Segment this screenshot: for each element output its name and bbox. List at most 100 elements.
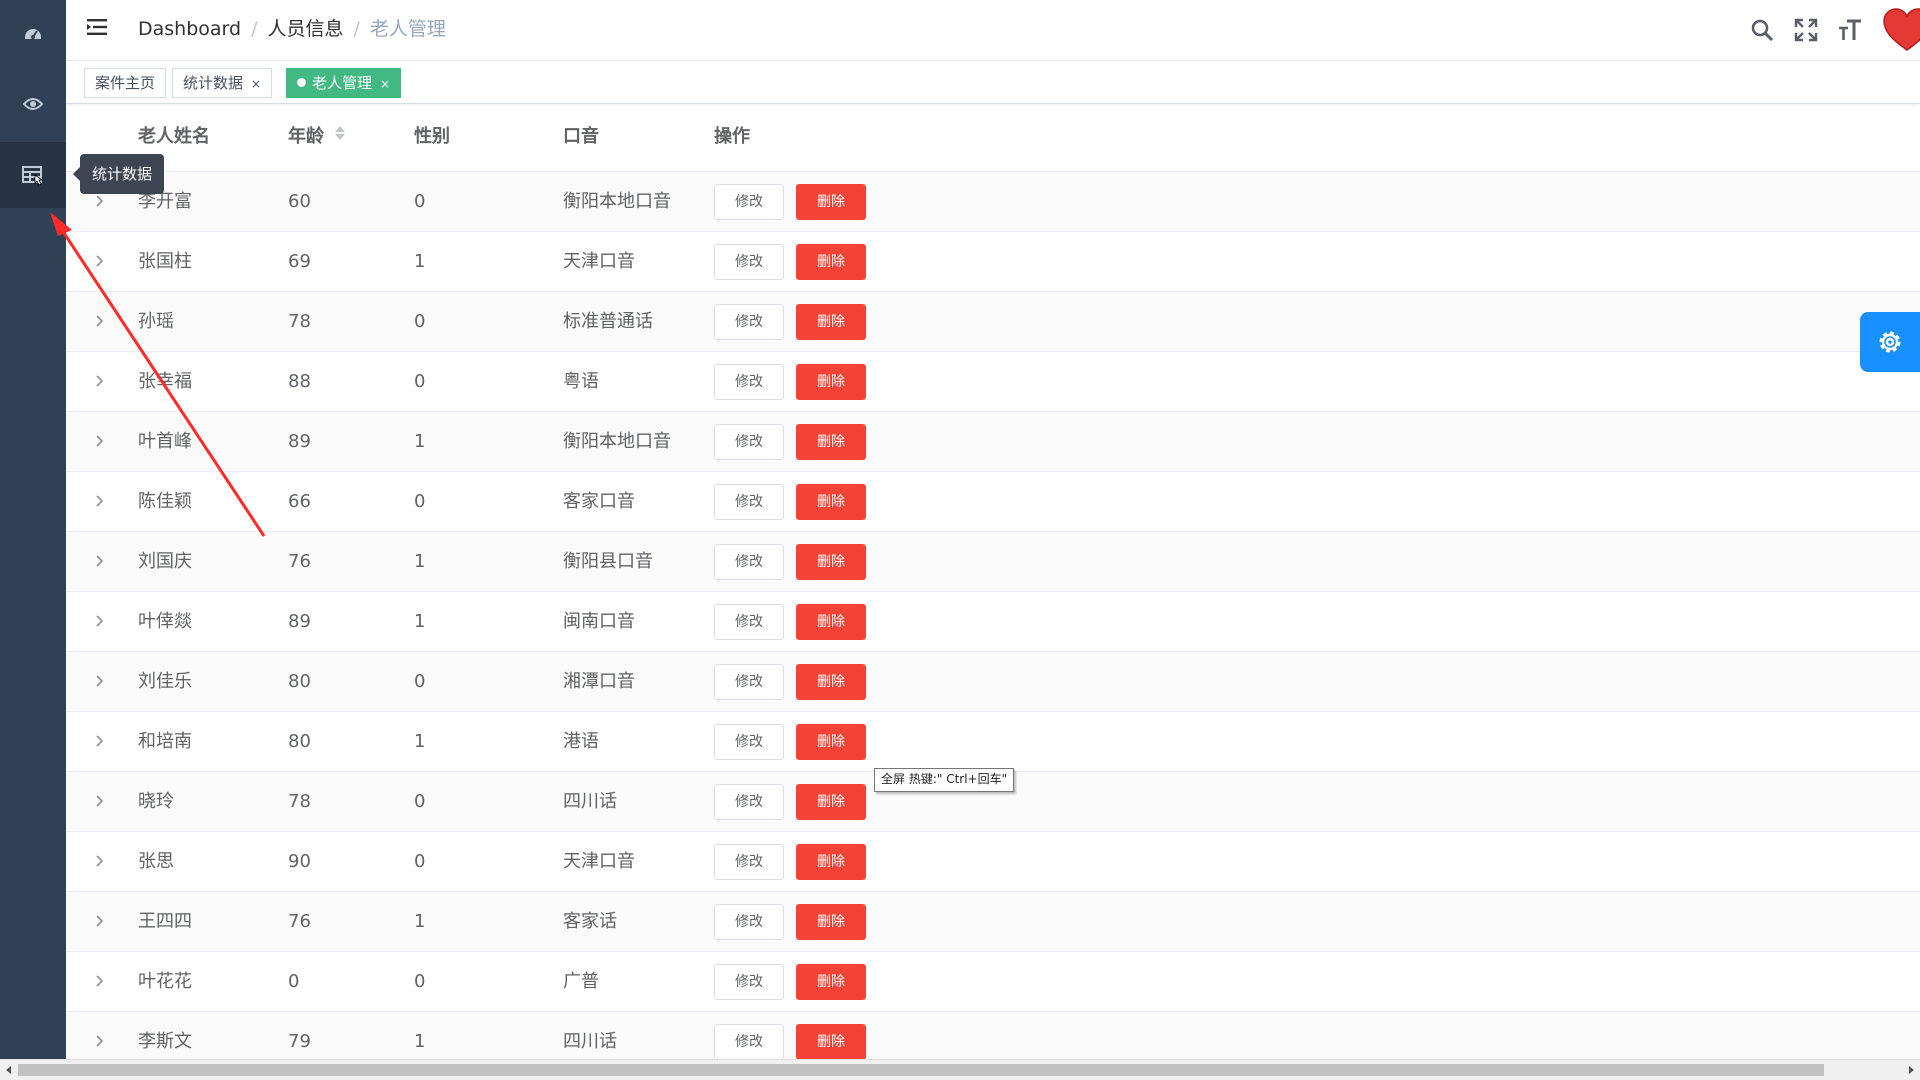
sidebar-tooltip: 统计数据 [72, 154, 165, 194]
cell-age: 78 [288, 311, 311, 332]
delete-button[interactable]: 删除 [796, 424, 866, 460]
edit-button[interactable]: 修改 [714, 544, 784, 580]
cell-gender: 0 [414, 671, 426, 692]
edit-button[interactable]: 修改 [714, 1024, 784, 1060]
scroll-left-icon[interactable] [4, 1065, 14, 1075]
delete-button[interactable]: 删除 [796, 544, 866, 580]
cell-gender: 1 [414, 431, 426, 452]
delete-button[interactable]: 删除 [796, 304, 866, 340]
edit-button[interactable]: 修改 [714, 484, 784, 520]
delete-button[interactable]: 删除 [796, 724, 866, 760]
breadcrumb-item-personnel[interactable]: 人员信息 [268, 18, 344, 40]
cell-name: 刘佳乐 [138, 671, 192, 692]
cell-age: 69 [288, 251, 311, 272]
expand-chevron-icon[interactable] [90, 252, 108, 270]
edit-button[interactable]: 修改 [714, 364, 784, 400]
expand-chevron-icon[interactable] [90, 792, 108, 810]
cell-name: 叶倖燚 [138, 611, 192, 632]
header-accent: 口音 [563, 126, 599, 147]
cell-age: 78 [288, 791, 311, 812]
fullscreen-button[interactable] [1794, 18, 1818, 42]
cell-name: 张思 [138, 851, 174, 872]
edit-button[interactable]: 修改 [714, 784, 784, 820]
expand-chevron-icon[interactable] [90, 732, 108, 750]
cell-name: 叶花花 [138, 971, 192, 992]
edit-button[interactable]: 修改 [714, 844, 784, 880]
cell-gender: 0 [414, 371, 426, 392]
expand-chevron-icon[interactable] [90, 492, 108, 510]
close-icon[interactable]: × [251, 77, 261, 91]
cell-accent: 湘潭口音 [563, 671, 635, 692]
delete-button[interactable]: 删除 [796, 184, 866, 220]
expand-chevron-icon[interactable] [90, 612, 108, 630]
delete-button[interactable]: 删除 [796, 904, 866, 940]
edit-button[interactable]: 修改 [714, 184, 784, 220]
cell-name: 张国柱 [138, 251, 192, 272]
table-row: 张思 90 0 天津口音 修改 删除 [66, 832, 1920, 892]
sort-icon[interactable] [334, 104, 346, 170]
delete-button[interactable]: 删除 [796, 844, 866, 880]
delete-button[interactable]: 删除 [796, 484, 866, 520]
settings-button[interactable] [1860, 312, 1920, 372]
edit-button[interactable]: 修改 [714, 724, 784, 760]
cell-name: 王四四 [138, 911, 192, 932]
sidebar-item-dashboard[interactable] [0, 0, 66, 66]
font-size-button[interactable] [1838, 18, 1862, 42]
expand-chevron-icon[interactable] [90, 312, 108, 330]
search-button[interactable] [1750, 18, 1774, 42]
font-size-icon [1839, 19, 1861, 40]
tag-elder-management[interactable]: 老人管理 × [286, 68, 402, 98]
expand-chevron-icon[interactable] [90, 672, 108, 690]
cell-age: 76 [288, 551, 311, 572]
expand-chevron-icon[interactable] [90, 1032, 108, 1050]
edit-button[interactable]: 修改 [714, 664, 784, 700]
scroll-right-icon[interactable] [1906, 1065, 1916, 1075]
expand-chevron-icon[interactable] [90, 912, 108, 930]
expand-chevron-icon[interactable] [90, 432, 108, 450]
cell-gender: 0 [414, 791, 426, 812]
cell-accent: 广普 [563, 971, 599, 992]
edit-button[interactable]: 修改 [714, 964, 784, 1000]
expand-chevron-icon[interactable] [90, 972, 108, 990]
cell-age: 76 [288, 911, 311, 932]
fullscreen-icon [1794, 18, 1818, 42]
delete-button[interactable]: 删除 [796, 244, 866, 280]
cell-age: 89 [288, 431, 311, 452]
avatar[interactable] [1882, 8, 1920, 52]
expand-chevron-icon[interactable] [90, 372, 108, 390]
edit-button[interactable]: 修改 [714, 304, 784, 340]
delete-button[interactable]: 删除 [796, 364, 866, 400]
scrollbar-thumb[interactable] [18, 1064, 1824, 1076]
header-actions: 操作 [714, 126, 750, 147]
delete-button[interactable]: 删除 [796, 964, 866, 1000]
sidebar-item-statistics[interactable] [0, 142, 66, 208]
header-age[interactable]: 年龄 [288, 104, 346, 170]
edit-button[interactable]: 修改 [714, 604, 784, 640]
delete-button[interactable]: 删除 [796, 1024, 866, 1060]
sidebar-item-view[interactable] [0, 71, 66, 137]
edit-button[interactable]: 修改 [714, 904, 784, 940]
tag-case-home[interactable]: 案件主页 [84, 68, 167, 98]
hamburger-button[interactable] [86, 16, 108, 42]
table-row: 刘佳乐 80 0 湘潭口音 修改 删除 [66, 652, 1920, 712]
dashboard-icon [25, 29, 41, 39]
table-row: 张国柱 69 1 天津口音 修改 删除 [66, 232, 1920, 292]
close-icon[interactable]: × [380, 77, 390, 91]
edit-button[interactable]: 修改 [714, 424, 784, 460]
expand-chevron-icon[interactable] [90, 552, 108, 570]
cell-gender: 1 [414, 731, 426, 752]
expand-chevron-icon[interactable] [90, 192, 108, 210]
cell-gender: 0 [414, 971, 426, 992]
horizontal-scrollbar[interactable] [0, 1059, 1920, 1080]
edit-button[interactable]: 修改 [714, 244, 784, 280]
delete-button[interactable]: 删除 [796, 664, 866, 700]
tag-statistics[interactable]: 统计数据 × [172, 68, 273, 98]
table-row: 叶花花 0 0 广普 修改 删除 [66, 952, 1920, 1012]
cell-accent: 衡阳本地口音 [563, 431, 671, 452]
expand-chevron-icon[interactable] [90, 852, 108, 870]
sidebar [0, 0, 66, 1060]
delete-button[interactable]: 删除 [796, 784, 866, 820]
delete-button[interactable]: 删除 [796, 604, 866, 640]
cell-accent: 天津口音 [563, 851, 635, 872]
breadcrumb-item-dashboard[interactable]: Dashboard [138, 18, 241, 40]
